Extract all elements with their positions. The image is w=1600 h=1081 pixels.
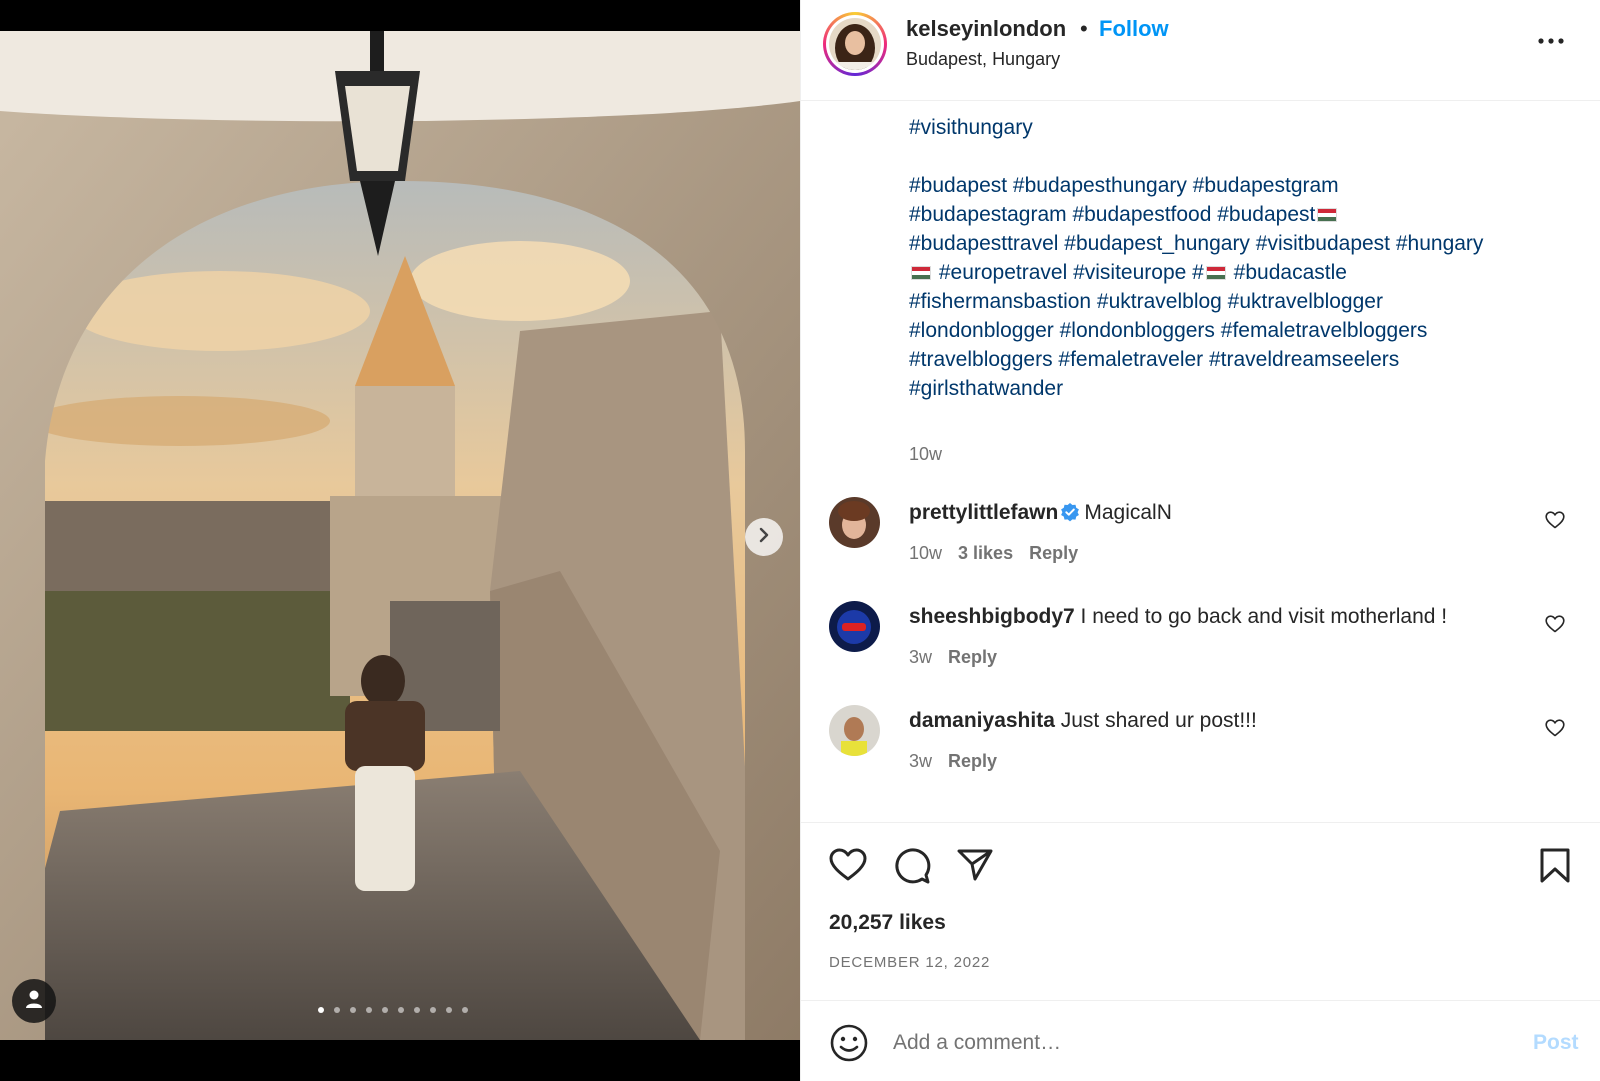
- comment-meta: 10w 3 likes Reply: [909, 543, 1094, 564]
- bookmark-icon: [1540, 848, 1570, 888]
- comment-like-heart-icon[interactable]: [1545, 719, 1565, 742]
- caption-line[interactable]: #londonblogger #londonbloggers #femaletr…: [909, 316, 1569, 345]
- user-tag-button[interactable]: [12, 979, 56, 1023]
- chevron-right-icon: [757, 527, 771, 548]
- reply-button[interactable]: Reply: [948, 751, 997, 771]
- caption-line[interactable]: #travelbloggers #femaletraveler #traveld…: [909, 345, 1569, 374]
- separator-dot: •: [1080, 16, 1088, 41]
- caption-hashtags[interactable]: #travelbloggers #femaletraveler #traveld…: [909, 348, 1399, 371]
- caption-hashtags[interactable]: #visithungary: [909, 116, 1033, 139]
- caption-timestamp: 10w: [909, 444, 943, 464]
- carousel-dot: [366, 1007, 372, 1013]
- comment-button[interactable]: [893, 847, 931, 890]
- likes-count[interactable]: 20,257 likes: [829, 911, 946, 935]
- caption-line[interactable]: #visithungary: [909, 113, 1569, 142]
- comment-username[interactable]: sheeshbigbody7: [909, 605, 1075, 628]
- carousel-indicator: [318, 1007, 468, 1013]
- caption-hashtags[interactable]: #londonblogger #londonbloggers #femaletr…: [909, 319, 1427, 342]
- caption-hashtags[interactable]: #budapestagram #budapestfood #budapest: [909, 203, 1315, 226]
- post-header: kelseyinlondon • Follow Budapest, Hungar…: [801, 0, 1600, 101]
- avatar[interactable]: [829, 705, 880, 756]
- comment-text: prettylittlefawn MagicalN: [909, 501, 1172, 528]
- post-sidebar: kelseyinlondon • Follow Budapest, Hungar…: [800, 0, 1600, 1081]
- caption-line[interactable]: #europetravel #visiteurope # #budacastle: [909, 258, 1569, 287]
- comment-meta: 3w Reply: [909, 647, 1013, 668]
- caption-hashtags[interactable]: #girlsthatwander: [909, 377, 1063, 400]
- comment-input[interactable]: [893, 1023, 1493, 1063]
- next-slide-button[interactable]: [745, 518, 783, 556]
- comment-item: damaniyashita Just shared ur post!!! 3w Re…: [801, 705, 1600, 795]
- comment-time[interactable]: 10w: [909, 543, 942, 563]
- comment-body: MagicalN: [1084, 501, 1172, 524]
- carousel-dot: [414, 1007, 420, 1013]
- emoji-icon: [829, 1024, 869, 1067]
- caption-hashtags[interactable]: #budapesttravel #budapest_hungary #visit…: [909, 232, 1483, 255]
- comment-like-heart-icon[interactable]: [1545, 511, 1565, 534]
- carousel-dot: [446, 1007, 452, 1013]
- emoji-button[interactable]: [829, 1023, 869, 1068]
- hungary-flag-icon: [911, 266, 931, 280]
- comment-text: sheeshbigbody7 I need to go back and vis…: [909, 605, 1447, 629]
- avatar[interactable]: [829, 497, 880, 548]
- caption-hashtags[interactable]: #budacastle: [1228, 261, 1347, 284]
- avatar[interactable]: [829, 601, 880, 652]
- comment-composer: Post: [801, 1000, 1600, 1081]
- comment-icon: [893, 848, 931, 889]
- comment-likes[interactable]: 3 likes: [958, 543, 1013, 563]
- avatar[interactable]: [823, 12, 887, 76]
- user-tag-icon: [25, 989, 43, 1014]
- caption-hashtags[interactable]: #budapest #budapesthungary #budapestgram: [909, 174, 1339, 197]
- comment-like-heart-icon[interactable]: [1545, 615, 1565, 638]
- caption-hashtags[interactable]: #fishermansbastion #uktravelblog #uktrav…: [909, 290, 1383, 313]
- action-bar-divider: [801, 822, 1600, 823]
- comment-meta: 3w Reply: [909, 751, 1013, 772]
- comment-time[interactable]: 3w: [909, 647, 932, 667]
- comment-time[interactable]: 3w: [909, 751, 932, 771]
- carousel-dot: [430, 1007, 436, 1013]
- carousel-dot: [350, 1007, 356, 1013]
- comment-body: Just shared ur post!!!: [1060, 709, 1257, 732]
- comment-username[interactable]: prettylittlefawn: [909, 501, 1058, 524]
- caption-hashtags[interactable]: #europetravel #visiteurope #: [933, 261, 1204, 284]
- reply-button[interactable]: Reply: [1029, 543, 1078, 563]
- post-media: [0, 0, 800, 1081]
- post-username[interactable]: kelseyinlondon: [906, 16, 1066, 42]
- post-caption: #visithungary #budapest #budapesthungary …: [909, 113, 1569, 403]
- post-location[interactable]: Budapest, Hungary: [906, 49, 1060, 70]
- comment-text: damaniyashita Just shared ur post!!!: [909, 709, 1257, 733]
- reply-button[interactable]: Reply: [948, 647, 997, 667]
- caption-line[interactable]: #budapesttravel #budapest_hungary #visit…: [909, 229, 1569, 258]
- comment-item: sheeshbigbody7 I need to go back and vis…: [801, 601, 1600, 691]
- caption-line[interactable]: #girlsthatwander: [909, 374, 1569, 403]
- carousel-dot: [462, 1007, 468, 1013]
- save-button[interactable]: [1540, 848, 1570, 889]
- heart-icon: [829, 848, 867, 886]
- verified-badge-icon: [1060, 502, 1080, 528]
- comment-item: prettylittlefawn MagicalN 10w 3 likes Reply: [801, 497, 1600, 587]
- follow-button[interactable]: Follow: [1099, 16, 1169, 42]
- post-date[interactable]: DECEMBER 12, 2022: [829, 954, 990, 971]
- caption-line[interactable]: #budapest #budapesthungary #budapestgram: [909, 171, 1569, 200]
- hungary-flag-icon: [1317, 208, 1338, 222]
- share-button[interactable]: [957, 848, 993, 887]
- hungary-flag-icon: [1205, 266, 1226, 280]
- carousel-dot: [318, 1007, 324, 1013]
- share-icon: [957, 849, 993, 886]
- like-button[interactable]: [829, 848, 867, 887]
- comment-username[interactable]: damaniyashita: [909, 709, 1055, 732]
- comment-body: I need to go back and visit motherland !: [1080, 605, 1448, 628]
- post-photo[interactable]: [0, 31, 800, 1040]
- caption-line[interactable]: #fishermansbastion #uktravelblog #uktrav…: [909, 287, 1569, 316]
- carousel-dot: [334, 1007, 340, 1013]
- post-comment-button[interactable]: Post: [1533, 1031, 1579, 1055]
- more-horizontal-icon: [1538, 31, 1564, 49]
- carousel-dot: [382, 1007, 388, 1013]
- more-options-button[interactable]: [1531, 20, 1571, 60]
- carousel-dot: [398, 1007, 404, 1013]
- caption-line[interactable]: #budapestagram #budapestfood #budapest: [909, 200, 1569, 229]
